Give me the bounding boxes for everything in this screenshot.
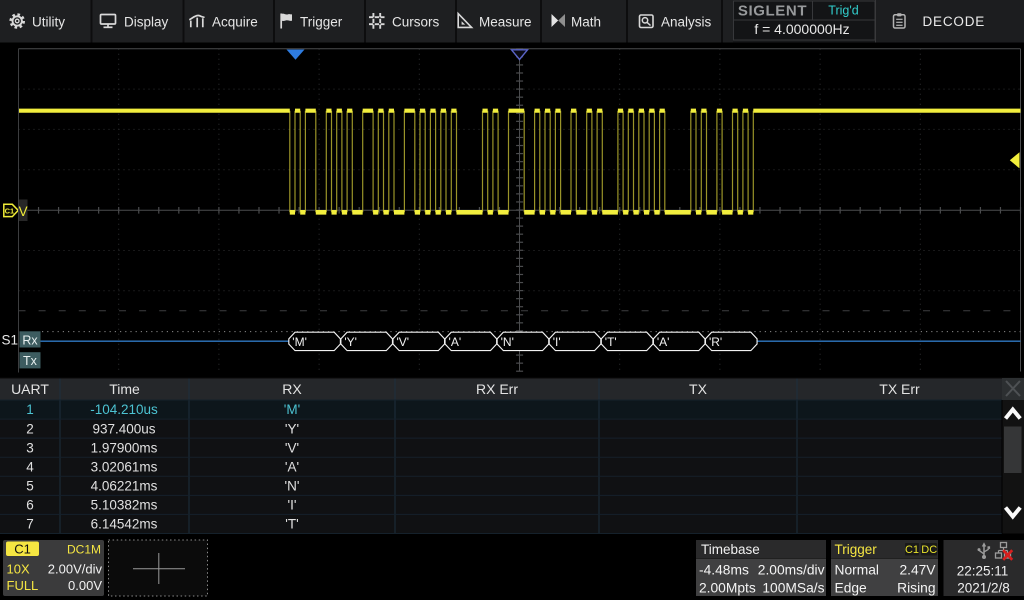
svg-text:6: 6 — [26, 498, 34, 513]
svg-text:DC1M: DC1M — [67, 543, 101, 557]
svg-text:0.00V: 0.00V — [68, 578, 102, 593]
svg-text:4.06221ms: 4.06221ms — [91, 478, 158, 493]
svg-text:'I': 'I' — [553, 335, 561, 349]
svg-text:'Y': 'Y' — [285, 421, 299, 436]
svg-text:'A': 'A' — [657, 335, 670, 349]
svg-text:Trigger: Trigger — [835, 542, 878, 557]
svg-text:f = 4.000000Hz: f = 4.000000Hz — [754, 21, 849, 37]
svg-text:-104.210us: -104.210us — [90, 402, 158, 417]
svg-text:Edge: Edge — [835, 581, 868, 596]
svg-text:'R': 'R' — [709, 335, 722, 349]
svg-text:'T': 'T' — [605, 335, 617, 349]
svg-text:2021/2/8: 2021/2/8 — [957, 581, 1010, 596]
svg-text:DECODE: DECODE — [923, 14, 986, 29]
svg-text:6.14542ms: 6.14542ms — [91, 517, 158, 532]
svg-text:TX: TX — [689, 381, 708, 397]
svg-text:RX Err: RX Err — [476, 381, 518, 397]
svg-text:-4.48ms: -4.48ms — [699, 563, 749, 578]
svg-text:3: 3 — [26, 440, 34, 455]
svg-text:Math: Math — [571, 15, 601, 30]
svg-text:5: 5 — [26, 478, 34, 493]
svg-text:Tx: Tx — [23, 354, 38, 368]
svg-text:Rx: Rx — [22, 333, 38, 347]
svg-text:S1: S1 — [2, 333, 19, 348]
svg-text:'I': 'I' — [288, 498, 297, 513]
svg-text:V: V — [19, 204, 28, 219]
svg-text:Acquire: Acquire — [212, 15, 258, 30]
svg-text:5.10382ms: 5.10382ms — [91, 498, 158, 513]
svg-text:Utility: Utility — [32, 15, 65, 30]
svg-text:Normal: Normal — [835, 563, 879, 578]
svg-text:'V': 'V' — [285, 440, 299, 455]
svg-text:'M': 'M' — [292, 335, 307, 349]
svg-text:Timebase: Timebase — [701, 542, 760, 557]
svg-text:DC: DC — [921, 544, 937, 556]
svg-text:Rising: Rising — [897, 581, 935, 596]
svg-text:'M': 'M' — [284, 402, 300, 417]
svg-text:937.400us: 937.400us — [92, 421, 155, 436]
svg-text:'Y': 'Y' — [344, 335, 357, 349]
svg-text:2.47V: 2.47V — [899, 563, 936, 578]
svg-text:7: 7 — [26, 517, 34, 532]
svg-text:Display: Display — [124, 15, 169, 30]
svg-text:Trigger: Trigger — [300, 15, 343, 30]
svg-text:2.00V/div: 2.00V/div — [48, 562, 103, 577]
svg-text:1.97900ms: 1.97900ms — [91, 440, 158, 455]
svg-text:2: 2 — [26, 421, 34, 436]
svg-text:FULL: FULL — [7, 578, 39, 593]
svg-text:Measure: Measure — [479, 15, 532, 30]
svg-text:1: 1 — [26, 402, 34, 417]
svg-text:Analysis: Analysis — [661, 15, 712, 30]
svg-text:100MSa/s: 100MSa/s — [762, 581, 824, 596]
svg-text:'N': 'N' — [501, 335, 514, 349]
svg-text:SIGLENT: SIGLENT — [738, 3, 807, 20]
svg-text:22:25:11: 22:25:11 — [957, 564, 1009, 579]
svg-text:C1: C1 — [5, 207, 15, 216]
svg-text:2.00ms/div: 2.00ms/div — [758, 563, 825, 578]
svg-text:'A': 'A' — [285, 459, 299, 474]
svg-text:10X: 10X — [7, 562, 30, 577]
svg-text:4: 4 — [26, 459, 34, 474]
svg-text:C1: C1 — [14, 542, 31, 557]
svg-text:'T': 'T' — [285, 517, 298, 532]
svg-text:'N': 'N' — [285, 478, 300, 493]
svg-text:Trig'd: Trig'd — [828, 4, 858, 18]
svg-text:UART: UART — [11, 381, 49, 397]
svg-text:Time: Time — [109, 381, 140, 397]
svg-text:C1: C1 — [905, 544, 919, 556]
svg-text:2.00Mpts: 2.00Mpts — [699, 581, 756, 596]
svg-text:'V': 'V' — [396, 335, 409, 349]
svg-text:Cursors: Cursors — [392, 15, 440, 30]
svg-text:3.02061ms: 3.02061ms — [91, 459, 158, 474]
svg-text:TX Err: TX Err — [879, 381, 920, 397]
svg-text:RX: RX — [282, 381, 302, 397]
svg-text:'A': 'A' — [449, 335, 462, 349]
